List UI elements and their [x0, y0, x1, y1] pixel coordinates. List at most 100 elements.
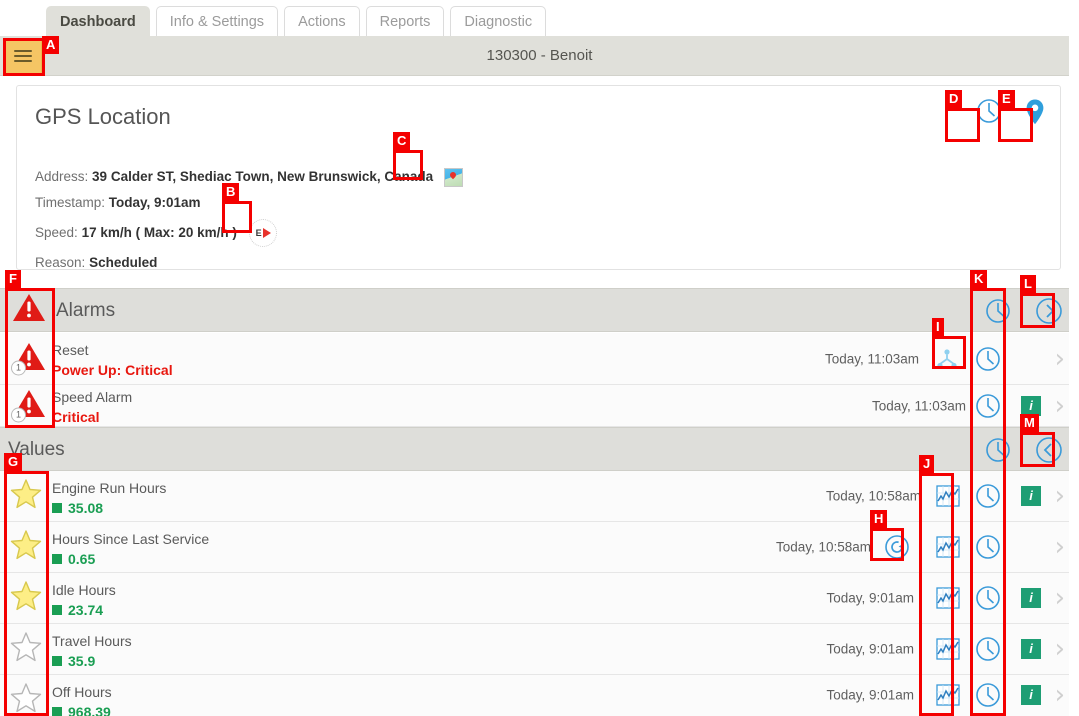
info-badge[interactable]: i	[1021, 639, 1041, 659]
favorite-star-icon[interactable]	[4, 631, 48, 667]
gps-location-panel: GPS Location Address: 39 Calder ST, Shed…	[16, 85, 1061, 270]
chevron-left-circle-icon[interactable]	[1035, 436, 1063, 464]
info-badge[interactable]: i	[1021, 685, 1041, 705]
line-chart-icon[interactable]	[936, 587, 960, 609]
value-timestamp: Today, 10:58am	[825, 488, 921, 504]
value-timestamp: Today, 9:01am	[826, 641, 914, 657]
info-badge[interactable]: i	[1021, 486, 1041, 506]
alarm-count-badge: 1	[11, 407, 26, 422]
tab-diagnostic[interactable]: Diagnostic	[450, 6, 547, 36]
chevron-right-circle-icon[interactable]	[1035, 297, 1063, 325]
value-name: Hours Since Last Service	[52, 531, 210, 547]
clock-history-icon[interactable]	[976, 98, 1002, 126]
row-expand-chevron-icon[interactable]: ›	[1055, 391, 1065, 421]
value-number: 23.74	[68, 602, 104, 618]
gps-detail-list: Address: 39 Calder ST, Shediac Town, New…	[35, 164, 463, 276]
alarm-timestamp: Today, 11:03am	[871, 398, 966, 413]
share-network-icon[interactable]	[935, 347, 959, 371]
right-gutter	[1069, 0, 1079, 716]
status-square-icon	[52, 554, 62, 564]
value-number: 968.39	[68, 704, 111, 716]
map-pin-icon[interactable]	[1024, 98, 1046, 126]
gps-speed-value: 17 km/h ( Max: 20 km/h )	[81, 225, 237, 240]
gps-timestamp-value: Today, 9:01am	[108, 195, 201, 210]
table-row[interactable]: Engine Run Hours 35.08 Today, 10:58am i …	[0, 471, 1079, 522]
favorite-star-icon[interactable]	[4, 529, 48, 565]
row-expand-chevron-icon[interactable]: ›	[1055, 634, 1065, 664]
value-label-group: Idle Hours 23.74	[52, 581, 116, 620]
clock-history-icon[interactable]	[975, 534, 1001, 560]
table-row[interactable]: 1 Speed Alarm Critical Today, 11:03am i …	[0, 385, 1079, 427]
table-row[interactable]: Idle Hours 23.74 Today, 9:01am i ›	[0, 573, 1079, 624]
hamburger-menu-button[interactable]	[4, 38, 42, 74]
favorite-star-icon[interactable]	[4, 580, 48, 616]
warning-triangle-icon: 1	[11, 341, 46, 375]
map-thumbnail-icon[interactable]	[443, 167, 463, 187]
alarms-header-actions	[985, 289, 1067, 333]
favorite-star-icon[interactable]	[4, 478, 48, 514]
tab-info-settings[interactable]: Info & Settings	[155, 6, 279, 36]
status-square-icon	[52, 605, 62, 615]
clock-history-icon[interactable]	[975, 346, 1001, 372]
clock-history-icon[interactable]	[975, 393, 1001, 419]
line-chart-icon[interactable]	[936, 485, 960, 507]
compass-direction-label: E	[255, 228, 262, 239]
alarm-timestamp: Today, 11:03am	[824, 351, 919, 366]
row-expand-chevron-icon[interactable]: ›	[1055, 344, 1065, 374]
warning-triangle-icon: 1	[11, 388, 46, 422]
refresh-circle-icon[interactable]	[884, 534, 910, 560]
tab-label: Reports	[379, 14, 431, 30]
tab-label: Diagnostic	[464, 14, 533, 30]
table-row[interactable]: Hours Since Last Service 0.65 Today, 10:…	[0, 522, 1079, 573]
annotation-label-f: F	[5, 270, 21, 288]
compass-heading-icon[interactable]: E	[248, 219, 277, 248]
gps-reason-line: Reason: Scheduled	[35, 250, 463, 276]
row-expand-chevron-icon[interactable]: ›	[1055, 583, 1065, 613]
alarm-label-group: Speed Alarm Critical	[52, 388, 132, 427]
clock-history-icon[interactable]	[975, 682, 1001, 708]
warning-triangle-icon	[7, 293, 51, 328]
tab-dashboard[interactable]: Dashboard	[46, 6, 150, 36]
tab-actions[interactable]: Actions	[284, 6, 360, 36]
line-chart-icon[interactable]	[936, 684, 960, 706]
alarm-status: Power Up: Critical	[52, 362, 173, 378]
value-number: 35.08	[68, 500, 104, 516]
clock-history-icon[interactable]	[975, 585, 1001, 611]
favorite-star-icon[interactable]	[4, 682, 48, 716]
table-row[interactable]: 1 Reset Power Up: Critical Today, 11:03a…	[0, 333, 1079, 385]
line-chart-icon[interactable]	[936, 536, 960, 558]
title-bar: 130300 - Benoit	[0, 36, 1079, 76]
line-chart-icon[interactable]	[936, 638, 960, 660]
row-expand-chevron-icon[interactable]: ›	[1055, 680, 1065, 710]
value-timestamp: Today, 9:01am	[826, 687, 914, 703]
clock-history-icon[interactable]	[975, 483, 1001, 509]
clock-history-icon[interactable]	[985, 298, 1011, 324]
tab-reports[interactable]: Reports	[365, 6, 445, 36]
clock-history-icon[interactable]	[985, 437, 1011, 463]
value-reading: 23.74	[52, 600, 116, 620]
info-badge[interactable]: i	[1021, 588, 1041, 608]
info-badge[interactable]: i	[1021, 395, 1041, 416]
gps-speed-label: Speed:	[35, 225, 78, 240]
clock-history-icon[interactable]	[975, 636, 1001, 662]
gps-address-value: 39 Calder ST, Shediac Town, New Brunswic…	[92, 169, 434, 184]
tab-list: Dashboard Info & Settings Actions Report…	[46, 6, 547, 36]
table-row[interactable]: Off Hours 968.39 Today, 9:01am i ›	[0, 675, 1079, 716]
table-row[interactable]: Travel Hours 35.9 Today, 9:01am i ›	[0, 624, 1079, 675]
tab-label: Dashboard	[60, 14, 136, 30]
value-reading: 35.9	[52, 651, 132, 671]
gps-panel-title: GPS Location	[35, 104, 171, 129]
value-name: Off Hours	[52, 684, 112, 700]
dashboard-page: Dashboard Info & Settings Actions Report…	[0, 0, 1079, 716]
value-name: Travel Hours	[52, 633, 132, 649]
row-expand-chevron-icon[interactable]: ›	[1055, 532, 1065, 562]
alarm-severity-icon: 1	[7, 341, 51, 376]
tab-label: Actions	[298, 14, 346, 30]
value-reading: 0.65	[52, 549, 209, 569]
value-label-group: Travel Hours 35.9	[52, 632, 132, 671]
values-header-actions	[985, 428, 1067, 472]
row-expand-chevron-icon[interactable]: ›	[1055, 481, 1065, 511]
value-label-group: Off Hours 968.39	[52, 683, 112, 716]
annotation-label-k: K	[970, 270, 988, 288]
alarms-section-title: Alarms	[56, 300, 116, 321]
